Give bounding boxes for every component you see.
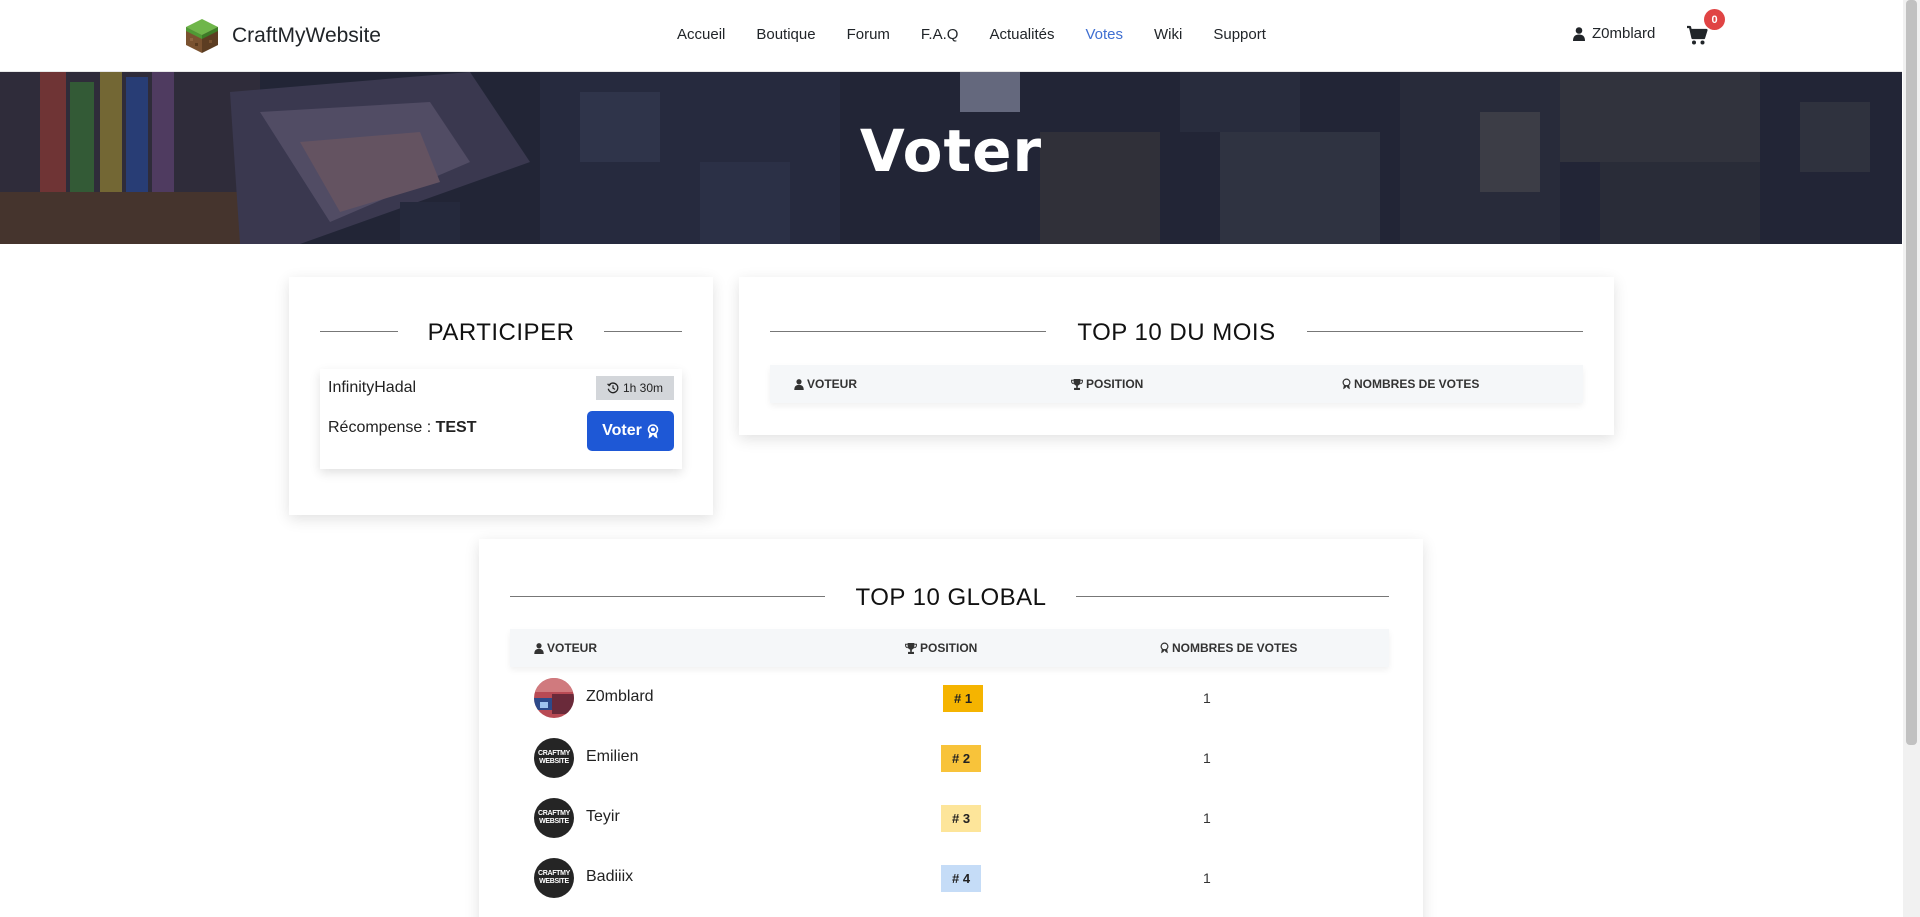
title-divider-right [1307,331,1583,332]
vote-count: 1 [1203,810,1211,826]
page-title: Voter [859,117,1043,185]
position-badge: # 4 [941,865,982,892]
position-badge: # 3 [941,805,982,832]
title-divider-right [604,331,682,332]
title-divider-right [1076,596,1389,597]
column-header-votes: NOMBRES DE VOTES [1342,377,1479,391]
user-icon [794,378,804,390]
vote-count: 1 [1203,870,1211,886]
user-icon [1573,26,1585,41]
trophy-icon [1071,378,1083,390]
top-navbar: CraftMyWebsite Accueil Boutique Forum F.… [0,0,1902,72]
reward-value: TEST [435,419,477,436]
vote-site-item: InfinityHadal 1h 30m Récompense : TEST V… [320,369,682,469]
top-month-card: TOP 10 DU MOIS VOTEUR POSITION NOMBRES D… [739,277,1614,435]
shopping-cart-icon[interactable] [1686,24,1708,46]
top-month-title: TOP 10 DU MOIS [1077,319,1276,346]
grass-block-logo-icon [186,19,218,53]
avatar-image [534,678,574,718]
participate-title: PARTICIPER [427,319,575,346]
table-row: Z0mblard # 1 1 [510,668,1389,728]
column-header-position: POSITION [1071,377,1143,391]
vote-button-label: Voter [602,422,642,439]
nav-item-votes[interactable]: Votes [1085,26,1123,43]
hero-banner: Voter [0,72,1902,244]
reward-label: Récompense : [328,419,436,436]
player-avatar: CRAFTMY WEBSITE [534,738,574,778]
vote-site-name: InfinityHadal [328,379,417,396]
trophy-icon [905,642,917,654]
nav-item-support[interactable]: Support [1213,26,1266,43]
vote-count: 1 [1203,750,1211,766]
nav-item-forum[interactable]: Forum [847,26,890,43]
top-global-card: TOP 10 GLOBAL VOTEUR POSITION NOMBRES DE… [479,539,1423,917]
column-header-voter: VOTEUR [794,377,857,391]
nav-item-faq[interactable]: F.A.Q [921,26,959,43]
nav-item-wiki[interactable]: Wiki [1154,26,1182,43]
participate-card: PARTICIPER InfinityHadal 1h 30m Récompen… [289,277,713,515]
player-avatar: CRAFTMY WEBSITE [534,798,574,838]
history-icon [607,382,619,394]
vote-button[interactable]: Voter [587,411,674,451]
nav-item-actualites[interactable]: Actualités [989,26,1054,43]
user-icon [534,642,544,654]
nav-item-boutique[interactable]: Boutique [756,26,815,43]
reward-text: Récompense : TEST [328,419,477,437]
column-header-votes: NOMBRES DE VOTES [1160,641,1297,655]
brand-name: CraftMyWebsite [232,24,381,47]
award-icon [1160,642,1169,654]
player-avatar: CRAFTMY WEBSITE [534,858,574,898]
award-icon [1342,378,1351,390]
table-row: CRAFTMY WEBSITE Badiiix # 4 1 [510,848,1389,908]
column-header-position: POSITION [905,641,977,655]
award-icon [647,423,659,438]
top-global-table-header: VOTEUR POSITION NOMBRES DE VOTES [510,629,1389,667]
vote-count: 1 [1203,690,1211,706]
top-month-table-header: VOTEUR POSITION NOMBRES DE VOTES [770,365,1583,403]
player-avatar [534,678,574,718]
player-name: Emilien [586,748,639,765]
player-name: Badiiix [586,868,634,885]
player-name: Z0mblard [586,688,654,705]
user-name: Z0mblard [1592,25,1656,42]
position-badge: # 1 [943,685,984,712]
brand-link[interactable]: CraftMyWebsite [185,18,381,54]
user-menu[interactable]: Z0mblard [1573,25,1655,42]
top-global-title: TOP 10 GLOBAL [855,584,1047,611]
table-row: CRAFTMY WEBSITE Emilien # 2 1 [510,728,1389,788]
position-badge: # 2 [941,745,982,772]
main-nav: Accueil Boutique Forum F.A.Q Actualités … [677,26,1297,43]
table-row: CRAFTMY WEBSITE Teyir # 3 1 [510,788,1389,848]
column-header-voter: VOTEUR [534,641,597,655]
cart-count-badge: 0 [1704,9,1725,30]
page-scrollbar-thumb[interactable] [1906,0,1917,745]
vote-timer-badge: 1h 30m [595,376,674,400]
vote-timer-text: 1h 30m [622,381,663,395]
player-name: Teyir [586,808,620,825]
nav-item-accueil[interactable]: Accueil [677,26,725,43]
